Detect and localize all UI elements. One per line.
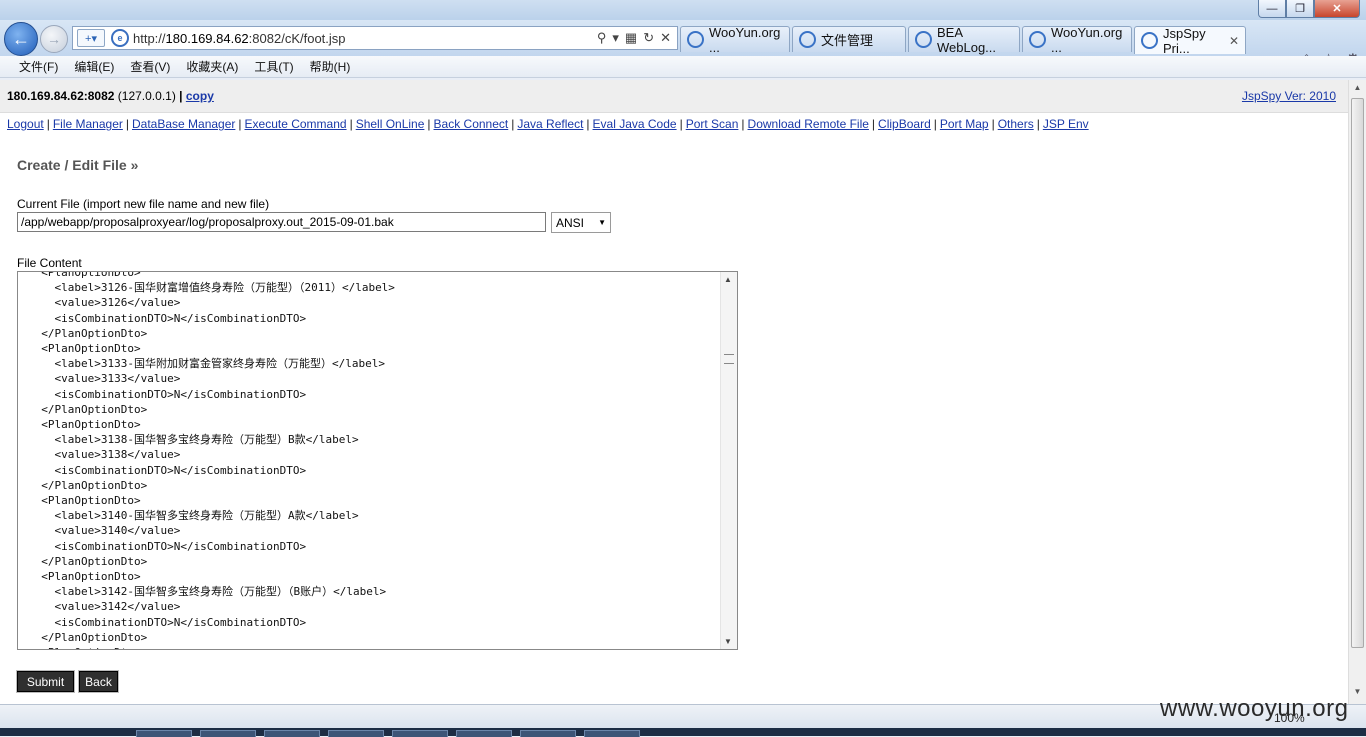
close-tab-icon[interactable]: ✕ xyxy=(1223,34,1239,48)
watermark: www.wooyun.org xyxy=(1160,695,1349,722)
host-address: 180.169.84.62:8082 xyxy=(7,89,115,103)
status-bar: 100% www.wooyun.org xyxy=(0,695,1366,729)
nav-others[interactable]: Others xyxy=(998,117,1034,131)
close-window-icon[interactable]: ✕ xyxy=(1314,0,1360,18)
nav-execute-command[interactable]: Execute Command xyxy=(245,117,347,131)
scroll-down-icon[interactable]: ▼ xyxy=(1351,687,1364,701)
separator: | xyxy=(679,117,683,131)
nav-download-remote-file[interactable]: Download Remote File xyxy=(748,117,869,131)
separator: | xyxy=(179,89,183,103)
address-actions: ⚲ ▾ ▦ ↻ ✕ xyxy=(597,30,677,46)
page-viewport: 180.169.84.62:8082 (127.0.0.1) | copy Js… xyxy=(0,80,1348,704)
tab-label: 文件管理 xyxy=(821,33,874,48)
separator: | xyxy=(511,117,515,131)
separator: | xyxy=(933,117,937,131)
nav-database-manager[interactable]: DataBase Manager xyxy=(132,117,235,131)
menu-help[interactable]: 帮助(H) xyxy=(310,58,351,75)
tab-jspspy[interactable]: JspSpy Pri... ✕ xyxy=(1134,25,1246,56)
current-file-label: Current File (import new file name and n… xyxy=(17,197,270,211)
tab-wooyun-2[interactable]: WooYun.org ... xyxy=(1022,24,1132,55)
ie-tab-icon xyxy=(915,31,932,48)
jspspy-nav-links: Logout | File Manager | DataBase Manager | Exe… xyxy=(7,117,1089,131)
tab-label: BEA WebLog... xyxy=(937,24,997,55)
menu-view[interactable]: 查看(V) xyxy=(130,58,170,75)
scroll-thumb-grip[interactable] xyxy=(724,354,734,364)
chevron-down-icon: ▼ xyxy=(598,218,606,227)
page-scroll-thumb[interactable] xyxy=(1351,98,1364,648)
stop-icon[interactable]: ✕ xyxy=(660,30,671,46)
file-path-input[interactable] xyxy=(17,212,546,232)
tab-label: WooYun.org ... xyxy=(709,24,781,55)
ie-tab-icon xyxy=(799,31,816,48)
back-button[interactable]: Back xyxy=(78,670,119,693)
section-title: Create / Edit File » xyxy=(17,157,139,173)
ie-page-icon: e xyxy=(111,29,129,47)
menu-favorites[interactable]: 收藏夹(A) xyxy=(186,58,238,75)
separator: | xyxy=(238,117,242,131)
menu-edit[interactable]: 编辑(E) xyxy=(74,58,114,75)
separator: | xyxy=(125,117,129,131)
compat-icon[interactable]: ▦ xyxy=(625,30,637,46)
tab-label: JspSpy Pri... xyxy=(1163,25,1206,56)
copy-link[interactable]: copy xyxy=(186,89,214,103)
search-icon[interactable]: ⚲ xyxy=(597,30,607,46)
tab-label: WooYun.org ... xyxy=(1051,24,1123,55)
local-ip: (127.0.0.1) xyxy=(117,89,176,103)
tab-file-manager[interactable]: 文件管理 xyxy=(792,26,906,52)
host-info: 180.169.84.62:8082 (127.0.0.1) | copy xyxy=(7,89,214,103)
ie-tab-icon xyxy=(1029,31,1046,48)
separator: | xyxy=(1036,117,1040,131)
separator: | xyxy=(991,117,995,131)
nav-shell-online[interactable]: Shell OnLine xyxy=(356,117,425,131)
nav-logout[interactable]: Logout xyxy=(7,117,44,131)
nav-jsp-env[interactable]: JSP Env xyxy=(1043,117,1089,131)
browser-tabs: WooYun.org ... 文件管理 BEA WebLog... WooYun… xyxy=(680,24,1248,56)
charset-value: ANSI xyxy=(556,215,585,230)
minimize-icon[interactable]: — xyxy=(1258,0,1286,18)
address-url[interactable]: http://180.169.84.62:8082/cK/foot.jsp xyxy=(133,31,346,46)
separator: | xyxy=(427,117,431,131)
version-link[interactable]: JspSpy Ver: 2010 xyxy=(1242,89,1336,103)
nav-clipboard[interactable]: ClipBoard xyxy=(878,117,931,131)
nav-port-map[interactable]: Port Map xyxy=(940,117,989,131)
separator: | xyxy=(586,117,590,131)
menu-file[interactable]: 文件(F) xyxy=(19,58,58,75)
file-content-textarea[interactable]: <PlanOptionDto> <label>3126-国华财富增值终身寿险（万… xyxy=(17,271,738,650)
menu-bar: 文件(F) 编辑(E) 查看(V) 收藏夹(A) 工具(T) 帮助(H) xyxy=(0,56,1366,78)
nav-eval-java-code[interactable]: Eval Java Code xyxy=(593,117,677,131)
charset-select[interactable]: ANSI ▼ xyxy=(551,212,611,233)
nav-java-reflect[interactable]: Java Reflect xyxy=(517,117,583,131)
dropdown-icon[interactable]: ▾ xyxy=(612,30,619,46)
scroll-up-icon[interactable]: ▲ xyxy=(1351,83,1364,97)
tab-wooyun-1[interactable]: WooYun.org ... xyxy=(680,24,790,55)
separator: | xyxy=(46,117,50,131)
separator: | xyxy=(349,117,353,131)
window-title-bar: — ❐ ✕ xyxy=(0,0,1366,22)
page-scrollbar[interactable]: ▲ ▼ xyxy=(1348,80,1366,704)
separator: | xyxy=(741,117,745,131)
back-arrow-icon[interactable]: ← xyxy=(4,22,38,56)
address-bar[interactable]: +▾ e http://180.169.84.62:8082/cK/foot.j… xyxy=(72,26,678,50)
menu-tools[interactable]: 工具(T) xyxy=(254,58,293,75)
editor-scrollbar[interactable]: ▲ ▼ xyxy=(720,272,737,649)
scroll-down-icon[interactable]: ▼ xyxy=(724,637,732,646)
nav-port-scan[interactable]: Port Scan xyxy=(686,117,739,131)
restore-icon[interactable]: ❐ xyxy=(1286,0,1314,18)
window-controls: — ❐ ✕ xyxy=(1258,0,1360,18)
ie-tab-icon xyxy=(687,31,704,48)
file-content-text[interactable]: <PlanOptionDto> <label>3126-国华财富增值终身寿险（万… xyxy=(28,272,395,649)
forward-arrow-icon[interactable]: → xyxy=(40,25,68,53)
separator: | xyxy=(871,117,876,131)
ie-tab-icon xyxy=(1141,32,1158,49)
nav-file-manager[interactable]: File Manager xyxy=(53,117,123,131)
nav-back-connect[interactable]: Back Connect xyxy=(434,117,509,131)
submit-button[interactable]: Submit xyxy=(16,670,75,693)
os-taskbar xyxy=(0,728,1366,737)
compat-view-icon[interactable]: +▾ xyxy=(77,29,105,47)
file-content-label: File Content xyxy=(17,256,82,270)
tab-bea-weblogic[interactable]: BEA WebLog... xyxy=(908,24,1020,55)
refresh-icon[interactable]: ↻ xyxy=(643,30,654,46)
scroll-up-icon[interactable]: ▲ xyxy=(724,275,732,284)
host-info-bar: 180.169.84.62:8082 (127.0.0.1) | copy Js… xyxy=(0,80,1348,113)
